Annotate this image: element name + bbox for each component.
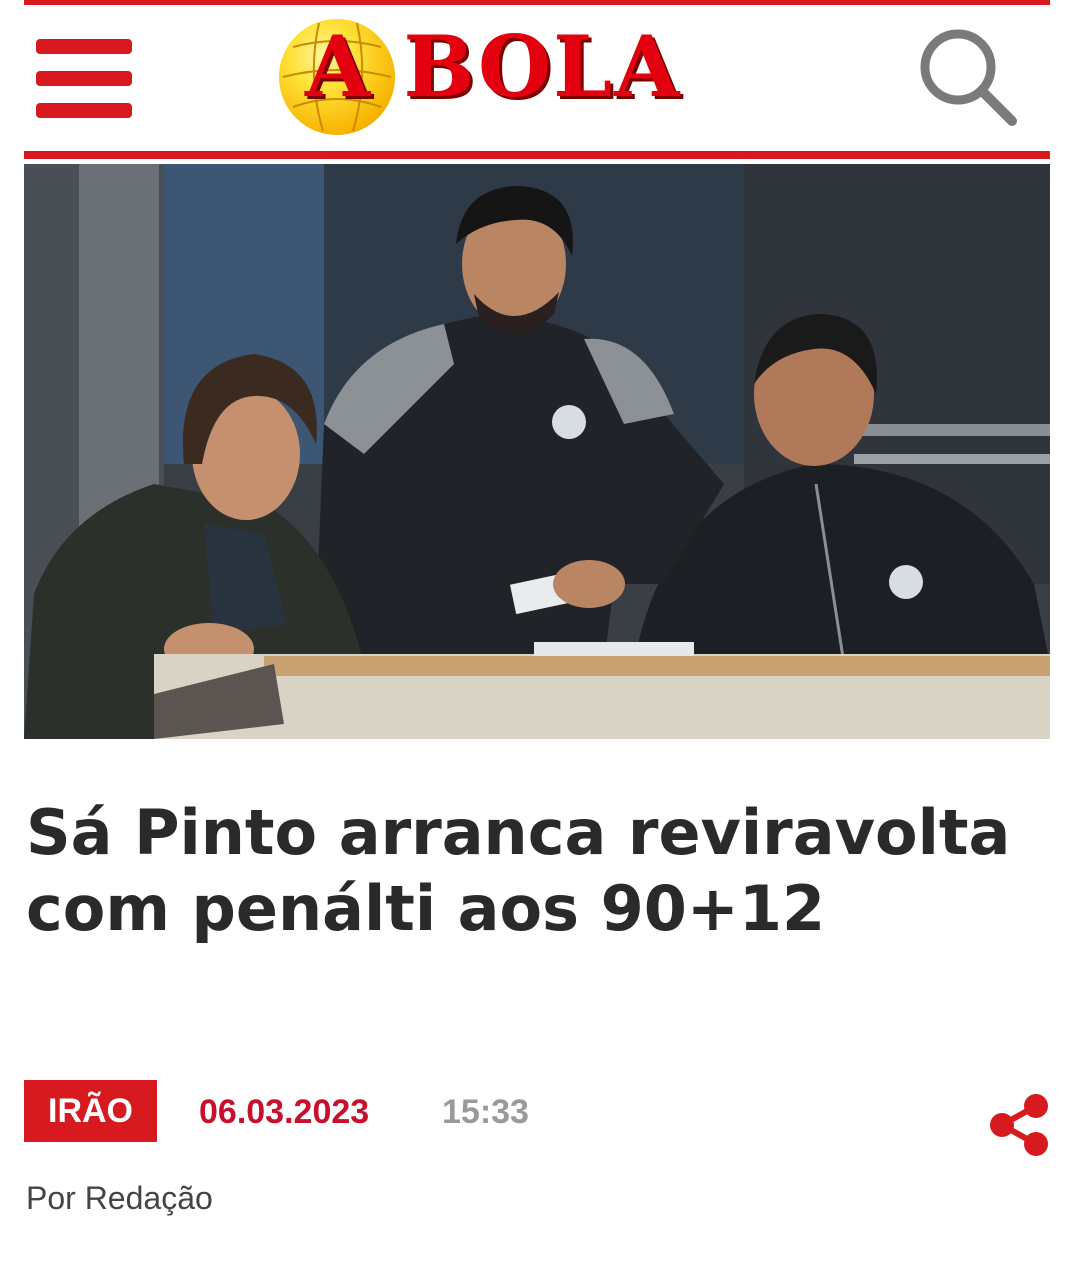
site-logo[interactable]: A BOLA: [279, 19, 814, 137]
logo-wordmark: A BOLA: [305, 17, 682, 116]
publish-date: 06.03.2023: [199, 1093, 370, 1131]
share-icon[interactable]: [986, 1092, 1052, 1158]
hero-photo: [24, 164, 1050, 739]
site-header: A BOLA: [24, 5, 1050, 151]
article-byline: Por Redação: [26, 1180, 213, 1216]
publish-time: 15:33: [442, 1093, 529, 1131]
article-meta: IRÃO 06.03.2023 15:33: [24, 1080, 1050, 1156]
search-icon[interactable]: [918, 27, 1022, 131]
article-headline: Sá Pinto arranca reviravolta com penálti…: [26, 796, 1011, 945]
category-badge[interactable]: IRÃO: [24, 1080, 157, 1142]
header-divider: [24, 151, 1050, 159]
hamburger-menu-icon[interactable]: [36, 39, 134, 121]
